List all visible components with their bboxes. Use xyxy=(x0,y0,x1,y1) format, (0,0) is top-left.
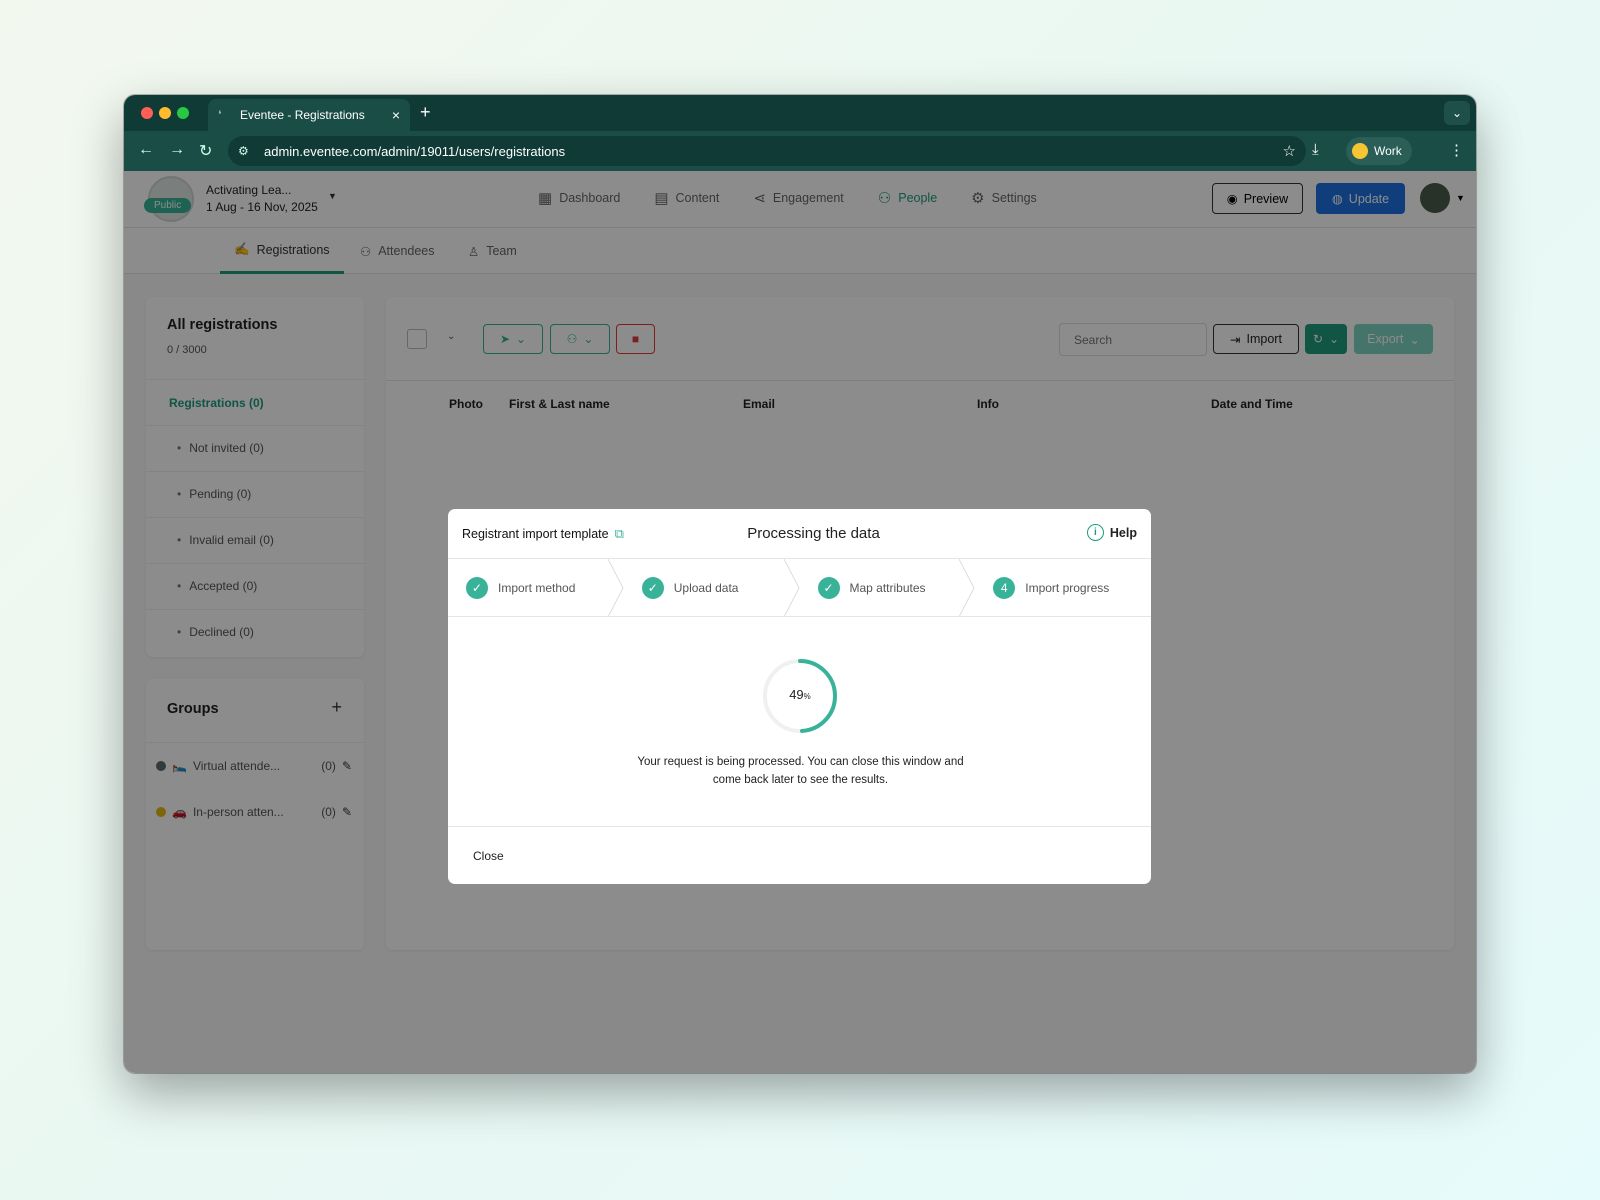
app: Public Activating Lea... 1 Aug - 16 Nov,… xyxy=(124,171,1476,1073)
browser-toolbar: ← → ↻ ⚙ admin.eventee.com/admin/19011/us… xyxy=(124,131,1476,171)
help-link[interactable]: i Help xyxy=(1086,524,1137,541)
info-icon: i xyxy=(1086,524,1104,541)
modal-header: Registrant import template ⧉ Processing … xyxy=(448,509,1151,559)
step-label: Map attributes xyxy=(849,581,926,595)
bookmark-star-icon[interactable]: ☆ xyxy=(1283,142,1296,160)
help-label: Help xyxy=(1109,525,1137,540)
minimize-window-button[interactable] xyxy=(159,107,171,119)
profile-avatar xyxy=(1352,143,1368,159)
tab-title: Eventee - Registrations xyxy=(240,108,365,122)
browser-menu-icon[interactable]: ⋮ xyxy=(1449,141,1464,159)
address-bar[interactable]: ⚙ admin.eventee.com/admin/19011/users/re… xyxy=(228,136,1306,166)
import-modal: Registrant import template ⧉ Processing … xyxy=(448,509,1151,884)
browser-tab[interactable]: ❛ Eventee - Registrations × xyxy=(208,99,410,131)
download-icon[interactable]: ⤓ xyxy=(1312,141,1319,158)
step-separator xyxy=(783,559,800,617)
step-separator xyxy=(959,559,975,617)
profile-label: Work xyxy=(1374,144,1402,158)
tab-close-icon[interactable]: × xyxy=(392,107,400,123)
reload-icon[interactable]: ↻ xyxy=(199,141,212,161)
tab-strip: ❛ Eventee - Registrations × + ⌄ xyxy=(124,95,1476,131)
step-label: Import progress xyxy=(1025,581,1110,595)
import-steps: ✓ Import method ✓ Upload data ✓ Map attr… xyxy=(448,559,1151,617)
site-settings-icon[interactable]: ⚙ xyxy=(238,144,256,158)
progress-ring: 49% xyxy=(761,657,839,735)
maximize-window-button[interactable] xyxy=(177,107,189,119)
tab-search-chevron-icon[interactable]: ⌄ xyxy=(1444,101,1470,125)
step-import-method: ✓ Import method xyxy=(448,559,624,617)
back-icon[interactable]: ← xyxy=(138,141,154,159)
new-tab-icon[interactable]: + xyxy=(420,102,431,123)
check-icon: ✓ xyxy=(641,577,664,599)
profile-chip[interactable]: Work xyxy=(1346,137,1412,165)
step-label: Import method xyxy=(498,581,576,595)
forward-icon[interactable]: → xyxy=(169,141,185,159)
close-button[interactable]: Close xyxy=(473,849,504,863)
step-separator xyxy=(607,559,624,617)
close-window-button[interactable] xyxy=(141,107,153,119)
progress-percent: 49% xyxy=(761,687,839,702)
progress-unit: % xyxy=(803,692,811,701)
modal-title: Processing the data xyxy=(747,525,880,542)
step-import-progress: 4 Import progress xyxy=(975,559,1151,617)
eventee-favicon-icon: ❛ xyxy=(218,109,222,121)
progress-value: 49 xyxy=(789,687,804,702)
step-upload-data: ✓ Upload data xyxy=(624,559,800,617)
url-text: admin.eventee.com/admin/19011/users/regi… xyxy=(264,143,566,159)
step-map-attributes: ✓ Map attributes xyxy=(800,559,976,617)
processing-message: Your request is being processed. You can… xyxy=(637,756,964,786)
modal-footer: Close xyxy=(448,826,1151,884)
check-icon: ✓ xyxy=(817,577,840,599)
browser-window: ❛ Eventee - Registrations × + ⌄ ← → ↻ ⚙ … xyxy=(124,95,1476,1073)
step-number: 4 xyxy=(993,577,1016,599)
step-label: Upload data xyxy=(673,581,739,595)
check-icon: ✓ xyxy=(466,577,488,599)
